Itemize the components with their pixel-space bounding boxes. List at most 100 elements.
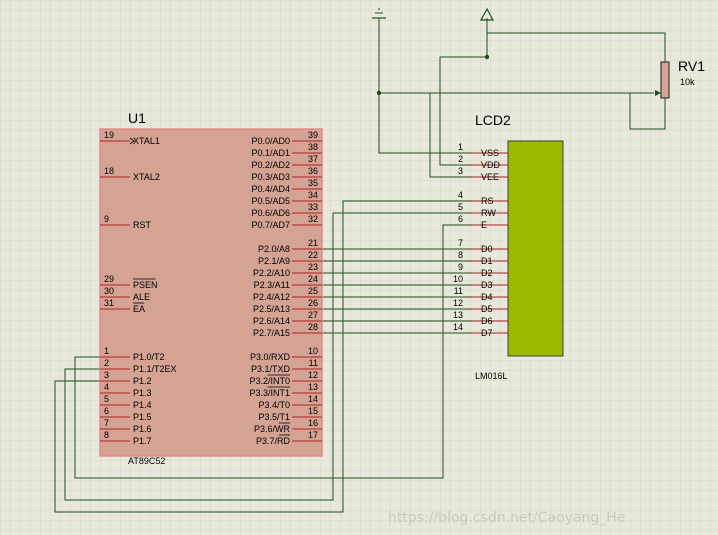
pin-name: P0.7/AD7 [251, 220, 290, 230]
pin-number: 10 [453, 274, 463, 284]
pin-name: P2.7/A15 [253, 328, 290, 338]
pin-name: P3.3/INT1 [249, 388, 290, 398]
u1-part-label: AT89C52 [128, 456, 165, 466]
pin-number: 31 [104, 298, 114, 308]
pin-name: P3.5/T1 [258, 412, 290, 422]
pin-number: 16 [308, 418, 318, 428]
pin-name: P1.0/T2 [133, 352, 165, 362]
pin-name: XTAL1 [133, 136, 160, 146]
pin-name: P3.7/RD [256, 436, 291, 446]
junction-dot [376, 90, 382, 96]
pin-number: 5 [104, 394, 109, 404]
pin-number: 39 [308, 130, 318, 140]
junction-dot [484, 54, 490, 60]
pin-number: 6 [104, 406, 109, 416]
pin-number: 13 [453, 310, 463, 320]
pin-number: 1 [104, 346, 109, 356]
rv-body[interactable] [660, 61, 670, 99]
pin-number: 36 [308, 166, 318, 176]
pin-number: 12 [308, 370, 318, 380]
pin-name: VSS [481, 148, 499, 158]
pin-name: P2.1/A9 [258, 256, 290, 266]
pin-name: RST [133, 220, 152, 230]
pin-number: 38 [308, 142, 318, 152]
pin-number: 2 [458, 154, 463, 164]
schematic-canvas: U1 AT89C52 19 XTAL1 18 XTAL2 9 RST 29 PSEN 30 ALE… [0, 0, 718, 535]
pin-name: VDD [481, 160, 501, 170]
pin-name: D2 [481, 268, 493, 278]
pin-name: P3.0/RXD [250, 352, 291, 362]
pin-name: D3 [481, 280, 493, 290]
pin-number: 21 [308, 238, 318, 248]
pin-number: 15 [308, 406, 318, 416]
pin-name: P2.5/A13 [253, 304, 290, 314]
pin-number: 23 [308, 262, 318, 272]
pin-name: ALE [133, 292, 150, 302]
pin-name: PSEN [133, 280, 158, 290]
pin-number: 29 [104, 274, 114, 284]
pin-number: 27 [308, 310, 318, 320]
pin-name: P1.4 [133, 400, 152, 410]
pin-number: 14 [453, 322, 463, 332]
rv-value-label: 10k [680, 77, 695, 87]
pin-name: P2.6/A14 [253, 316, 290, 326]
pin-name: D4 [481, 292, 493, 302]
pin-number: 3 [458, 166, 463, 176]
pin-number: 1 [458, 142, 463, 152]
pin-name: D1 [481, 256, 493, 266]
pin-name: P3.2/INT0 [249, 376, 290, 386]
pin-number: 4 [458, 190, 463, 200]
pin-number: 22 [308, 250, 318, 260]
pin-number: 33 [308, 202, 318, 212]
pin-name: P2.3/A11 [254, 280, 290, 290]
pin-name: XTAL2 [133, 172, 160, 182]
pin-name: P0.1/AD1 [251, 148, 290, 158]
pin-name: E [481, 220, 487, 230]
pin-number: 34 [308, 190, 318, 200]
pin-number: 37 [308, 154, 318, 164]
schematic-svg: U1 AT89C52 19XTAL118XTAL29RST29PSEN30ALE… [0, 0, 718, 535]
pin-name: P1.5 [133, 412, 152, 422]
rv-ref-label: RV1 [678, 58, 705, 74]
pin-name: P2.0/A8 [258, 244, 290, 254]
pin-number: 24 [308, 274, 318, 284]
pin-number: 26 [308, 298, 318, 308]
pin-number: 32 [308, 214, 318, 224]
pin-name: D6 [481, 316, 493, 326]
pin-number: 19 [104, 130, 114, 140]
pin-name: P0.5/AD5 [251, 196, 290, 206]
pin-name: P3.6/WR [254, 424, 291, 434]
pin-name: P3.1/TXD [251, 364, 291, 374]
lcd-part-label: LM016L [475, 371, 508, 381]
pin-name: D7 [481, 328, 493, 338]
pin-number: 2 [104, 358, 109, 368]
pin-name: P0.3/AD3 [251, 172, 290, 182]
pin-name: P3.4/T0 [258, 400, 290, 410]
pin-name: P0.0/AD0 [251, 136, 290, 146]
pin-name: D5 [481, 304, 493, 314]
pin-name: EA [133, 304, 145, 314]
pin-name: RS [481, 196, 494, 206]
lcd-screen[interactable] [507, 140, 564, 357]
pin-number: 25 [308, 286, 318, 296]
pin-name: RW [481, 208, 496, 218]
pin-number: 7 [104, 418, 109, 428]
pin-number: 8 [458, 250, 463, 260]
u1-ref-label: U1 [128, 110, 146, 126]
pin-number: 11 [309, 358, 318, 368]
pin-number: 35 [308, 178, 318, 188]
pin-number: 12 [453, 298, 463, 308]
pin-number: 9 [104, 214, 109, 224]
pin-number: 18 [104, 166, 114, 176]
pin-name: D0 [481, 244, 493, 254]
pin-number: 9 [458, 262, 463, 272]
pin-number: 7 [458, 238, 463, 248]
pin-number: 4 [104, 382, 109, 392]
pin-number: 11 [454, 286, 463, 296]
pin-name: P2.2/A10 [253, 268, 290, 278]
pin-number: 8 [104, 430, 109, 440]
pin-number: 3 [104, 370, 109, 380]
pin-name: VEE [481, 172, 499, 182]
pin-number: 10 [308, 346, 318, 356]
pin-name: P0.4/AD4 [251, 184, 290, 194]
